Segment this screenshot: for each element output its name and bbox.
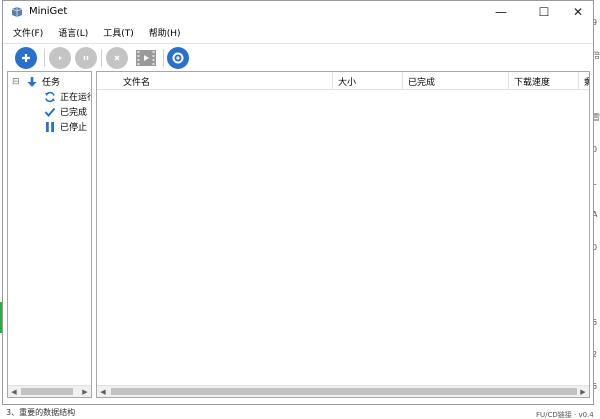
- scroll-right-arrow-icon[interactable]: ▶: [79, 386, 91, 397]
- menu-file[interactable]: 文件(F): [9, 26, 47, 39]
- menu-tools[interactable]: 工具(T): [99, 26, 138, 39]
- list-header: 文件名 大小 已完成 下载速度 剩余: [97, 72, 589, 90]
- add-task-button[interactable]: [15, 47, 37, 69]
- delete-button[interactable]: [106, 47, 128, 69]
- tree-item-stopped[interactable]: 已停止: [44, 119, 87, 134]
- window-title: MiniGet: [29, 6, 68, 17]
- maximize-button[interactable]: ☐: [527, 1, 561, 23]
- background-text: 3、重要的数据结构: [6, 408, 76, 417]
- scroll-left-arrow-icon[interactable]: ◀: [8, 386, 20, 397]
- background-text-right: FU/CD链接 · v0.4: [536, 411, 594, 419]
- tree-item-running[interactable]: 正在运行: [44, 89, 91, 104]
- tree-label: 已停止: [60, 123, 88, 133]
- minimize-button[interactable]: —: [484, 1, 518, 23]
- list-horizontal-scrollbar[interactable]: ◀ ▶: [97, 385, 589, 397]
- toolbar-separator: [163, 49, 164, 67]
- settings-icon: [172, 52, 184, 64]
- task-tree: ⊟ 任务 正在运行 已完成: [7, 71, 92, 398]
- tree-label: 已完成: [60, 108, 88, 118]
- scroll-left-arrow-icon[interactable]: ◀: [97, 386, 109, 397]
- play-icon: [59, 56, 62, 60]
- scroll-thumb[interactable]: [21, 388, 73, 395]
- tree-label: 正在运行: [60, 93, 91, 103]
- app-window: MiniGet — ☐ ✕ 文件(F) 语言(L) 工具(T) 帮助(H) ⊟ …: [2, 0, 594, 405]
- settings-button[interactable]: [167, 47, 189, 69]
- pause-icon: [83, 56, 89, 60]
- start-button[interactable]: [49, 47, 71, 69]
- download-list: 文件名 大小 已完成 下载速度 剩余 ◀ ▶: [96, 71, 590, 398]
- scroll-right-arrow-icon[interactable]: ▶: [577, 386, 589, 397]
- tree-expander[interactable]: ⊟: [12, 77, 26, 87]
- menu-language[interactable]: 语言(L): [54, 26, 92, 39]
- column-filename[interactable]: 文件名: [97, 72, 333, 90]
- preview-icon: [136, 50, 156, 66]
- check-icon: [44, 107, 56, 117]
- delete-icon: [114, 55, 120, 61]
- tree-horizontal-scrollbar[interactable]: ◀ ▶: [8, 385, 91, 397]
- add-icon: [22, 54, 30, 62]
- preview-button[interactable]: [134, 47, 158, 69]
- column-remaining[interactable]: 剩余: [579, 72, 589, 90]
- menu-help[interactable]: 帮助(H): [145, 26, 185, 39]
- app-logo-icon: [11, 7, 23, 17]
- download-arrow-icon: [27, 76, 37, 87]
- toolbar-separator: [101, 49, 102, 67]
- close-button[interactable]: ✕: [561, 1, 595, 23]
- column-size[interactable]: 大小: [333, 72, 403, 90]
- column-speed[interactable]: 下载速度: [509, 72, 579, 90]
- tree-item-completed[interactable]: 已完成: [44, 104, 87, 119]
- pause-button[interactable]: [75, 47, 97, 69]
- menu-bar: 文件(F) 语言(L) 工具(T) 帮助(H): [3, 23, 593, 42]
- refresh-icon: [45, 91, 55, 102]
- column-completed[interactable]: 已完成: [403, 72, 509, 90]
- tree-item-tasks[interactable]: ⊟ 任务: [12, 74, 60, 89]
- tree-label: 任务: [42, 78, 61, 88]
- toolbar-separator: [44, 49, 45, 67]
- title-bar[interactable]: MiniGet — ☐ ✕: [3, 1, 593, 23]
- toolbar: [3, 43, 593, 71]
- scroll-thumb[interactable]: [111, 388, 577, 395]
- pause-icon: [46, 121, 54, 132]
